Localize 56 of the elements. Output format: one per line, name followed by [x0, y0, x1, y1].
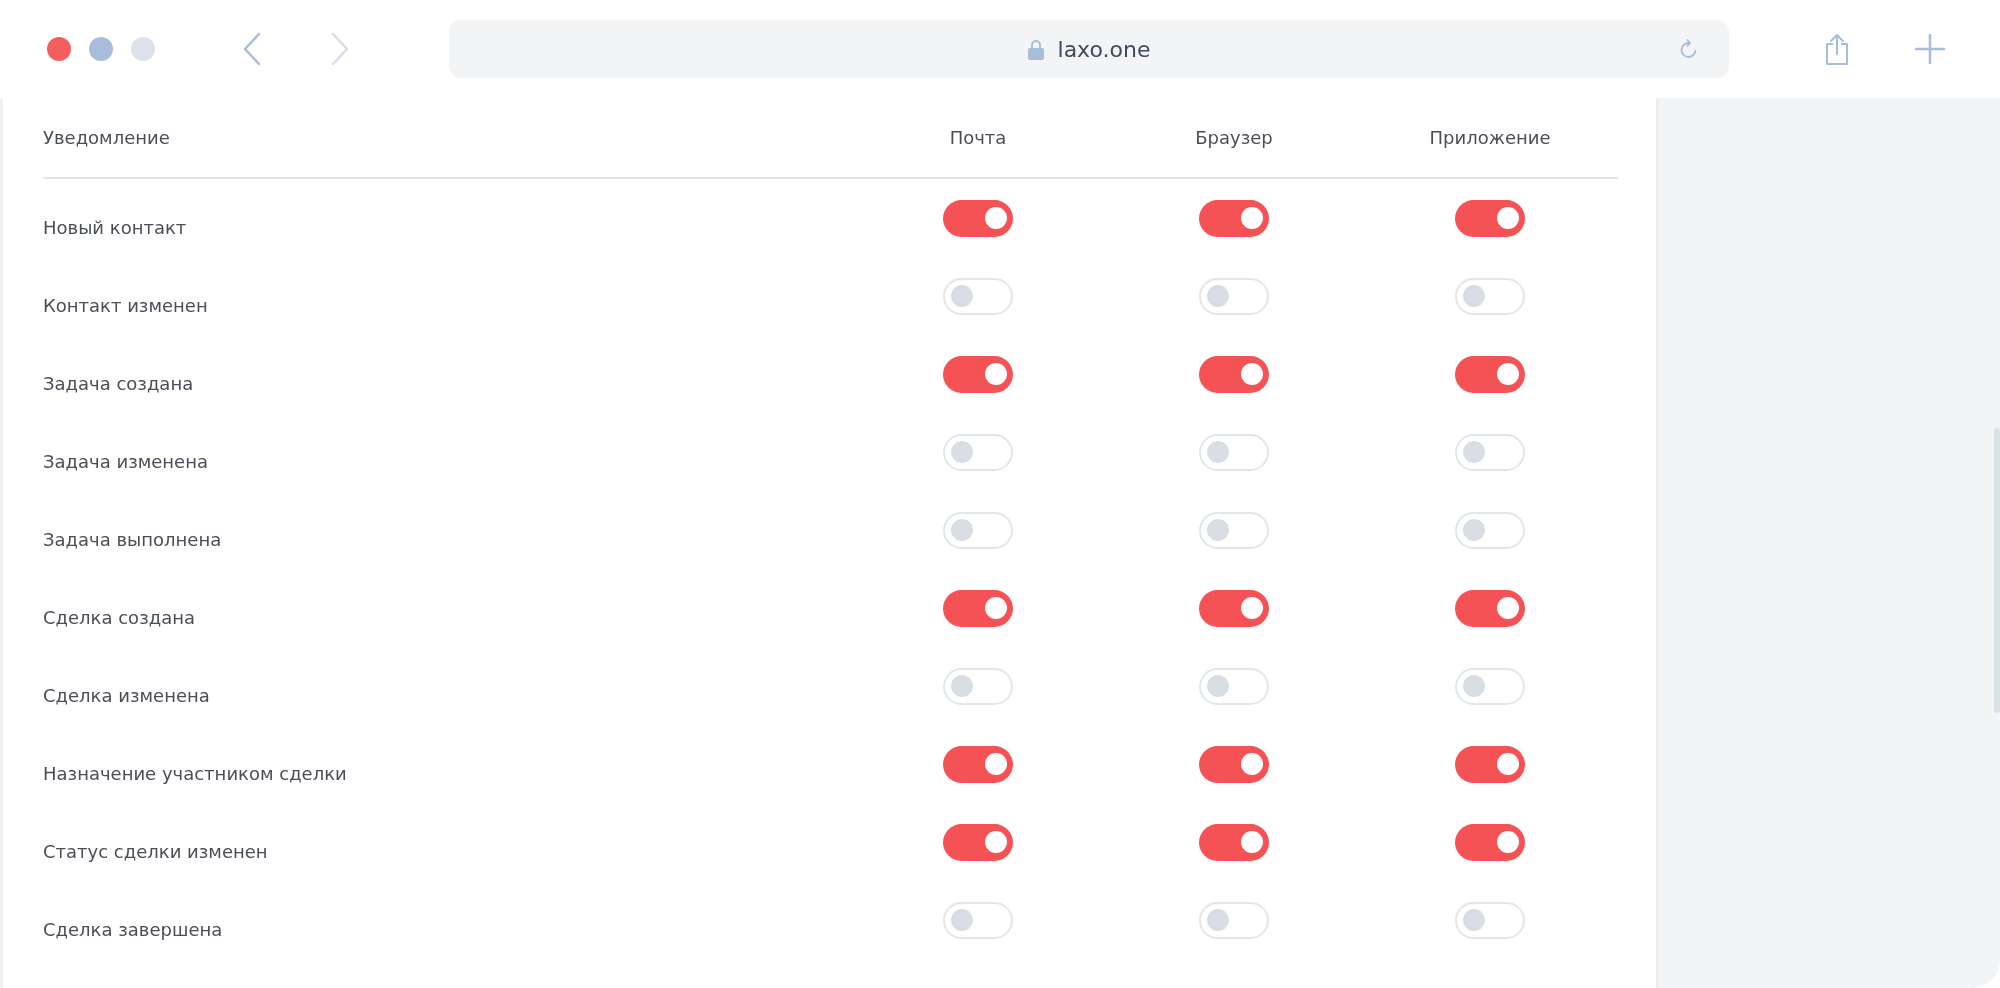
notification-label: Статус сделки изменен [43, 839, 269, 862]
notification-label: Задача выполнена [43, 527, 223, 550]
toggle-switch[interactable] [1199, 589, 1269, 627]
toggle-switch[interactable] [1199, 355, 1269, 393]
toggle-switch[interactable] [943, 511, 1013, 549]
toggle-switch[interactable] [1455, 901, 1525, 939]
minimize-window-button[interactable] [89, 37, 113, 61]
notification-label: Контакт изменен [43, 293, 209, 316]
toggle-switch[interactable] [1455, 667, 1525, 705]
column-header: Приложение [1428, 127, 1552, 148]
share-icon[interactable] [1825, 33, 1849, 65]
forward-icon[interactable] [331, 32, 349, 66]
toggle-switch[interactable] [1455, 511, 1525, 549]
toggle-switch[interactable] [943, 355, 1013, 393]
zoom-window-button[interactable] [131, 37, 155, 61]
toggle-switch[interactable] [943, 433, 1013, 471]
url-text: laxo.one [1057, 36, 1151, 62]
toggle-switch[interactable] [1199, 277, 1269, 315]
toggle-switch[interactable] [1199, 433, 1269, 471]
notification-label: Сделка изменена [43, 683, 211, 706]
toggle-switch[interactable] [1199, 901, 1269, 939]
column-header: Браузер [1194, 127, 1274, 148]
toggle-switch[interactable] [1455, 589, 1525, 627]
toggle-switch[interactable] [1199, 511, 1269, 549]
notification-label: Новый контакт [43, 215, 188, 238]
toggle-switch[interactable] [1455, 745, 1525, 783]
toggle-switch[interactable] [943, 277, 1013, 315]
toggle-switch[interactable] [943, 745, 1013, 783]
notification-label: Сделка завершена [43, 917, 224, 940]
column-header: Уведомление [43, 127, 171, 148]
toggle-switch[interactable] [943, 199, 1013, 237]
lock-icon [1027, 38, 1044, 60]
toggle-switch[interactable] [1455, 355, 1525, 393]
column-header: Почта [948, 127, 1008, 148]
notification-label: Задача изменена [43, 449, 209, 472]
notification-label: Сделка создана [43, 605, 196, 628]
toggle-switch[interactable] [943, 823, 1013, 861]
address-bar[interactable]: laxo.one [449, 20, 1729, 78]
back-icon[interactable] [243, 32, 261, 66]
toggle-switch[interactable] [943, 667, 1013, 705]
toggle-switch[interactable] [1455, 433, 1525, 471]
toggle-switch[interactable] [1455, 823, 1525, 861]
toggle-switch[interactable] [1199, 667, 1269, 705]
toggle-switch[interactable] [943, 589, 1013, 627]
toggle-switch[interactable] [1455, 199, 1525, 237]
reload-icon[interactable] [1679, 38, 1699, 60]
notification-label: Задача создана [43, 371, 195, 394]
scrollbar[interactable] [1994, 428, 2000, 713]
toggle-switch[interactable] [943, 901, 1013, 939]
toggle-switch[interactable] [1199, 199, 1269, 237]
notification-label: Назначение участником сделки [43, 761, 348, 784]
toggle-switch[interactable] [1199, 823, 1269, 861]
new-tab-icon[interactable] [1915, 34, 1945, 64]
toggle-switch[interactable] [1199, 745, 1269, 783]
close-window-button[interactable] [47, 37, 71, 61]
toggle-switch[interactable] [1455, 277, 1525, 315]
